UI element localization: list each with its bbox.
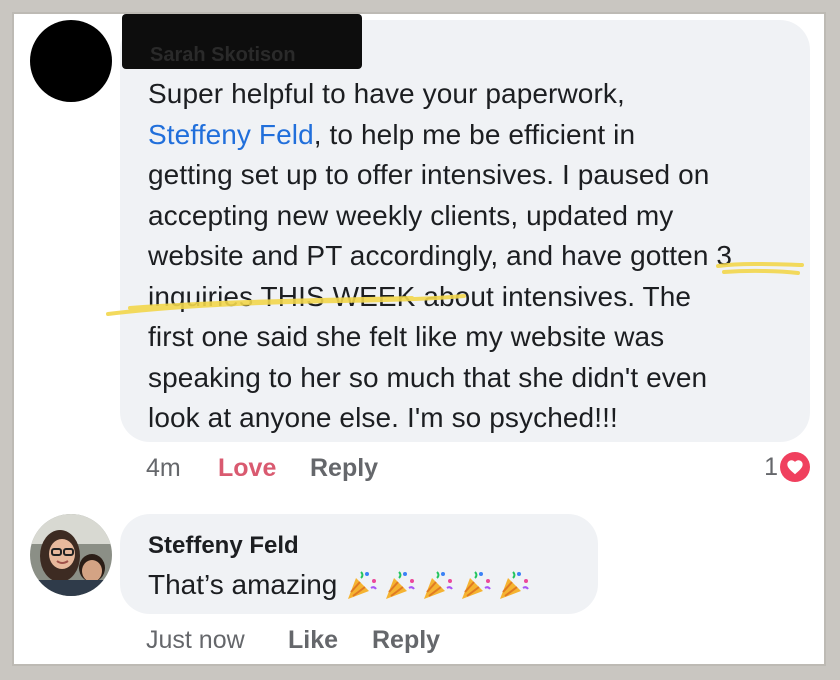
comment-line: getting set up to offer intensives. I pa… — [148, 159, 710, 190]
comment-line: first one said she felt like my website … — [148, 321, 665, 352]
party-popper-icon — [348, 571, 378, 599]
reply-body: That’s amazing — [148, 568, 531, 602]
like-button[interactable]: Like — [288, 626, 338, 655]
comment-body: Super helpful to have your paperwork, St… — [148, 74, 798, 439]
love-button[interactable]: Love — [218, 454, 276, 483]
party-popper-icon — [424, 571, 454, 599]
comment-line: website and PT accordingly, and have got… — [148, 240, 733, 271]
author-name-redacted: Sarah Skotison — [122, 14, 362, 69]
comment-line: inquiries THIS WEEK about intensives. Th… — [148, 280, 692, 312]
reply-button[interactable]: Reply — [372, 626, 440, 655]
avatar[interactable] — [30, 514, 112, 596]
comment-line: look at anyone else. I'm so psyched!!! — [148, 402, 618, 433]
reply-timestamp[interactable]: Just now — [146, 626, 245, 655]
comment-timestamp[interactable]: 4m — [146, 454, 181, 483]
reply-text: That’s amazing — [148, 569, 338, 600]
comment-line: Steffeny Feld, to help me be efficient i… — [148, 115, 798, 156]
comment-line-text: , to help me be efficient in — [313, 118, 636, 150]
reply-author[interactable]: Steffeny Feld — [148, 532, 299, 560]
party-popper-icon — [462, 571, 492, 599]
reaction-summary[interactable]: 1 — [764, 452, 810, 482]
comment-thread: Sarah Skotison Super helpful to have you… — [12, 12, 826, 666]
comment-line: accepting new weekly clients, updated my — [148, 199, 674, 231]
party-popper-icon — [500, 571, 530, 599]
emoji-row — [345, 568, 531, 602]
heart-icon — [780, 452, 810, 482]
author-name[interactable]: Sarah Skotison — [150, 44, 296, 67]
reaction-count: 1 — [764, 452, 778, 481]
avatar-redacted[interactable] — [30, 20, 112, 102]
party-popper-icon — [386, 571, 416, 599]
comment-line: speaking to her so much that she didn't … — [148, 361, 708, 393]
reply-button[interactable]: Reply — [310, 454, 378, 483]
mention-link[interactable]: Steffeny Feld — [148, 119, 314, 150]
comment-line: Super helpful to have your paperwork, — [148, 78, 625, 109]
